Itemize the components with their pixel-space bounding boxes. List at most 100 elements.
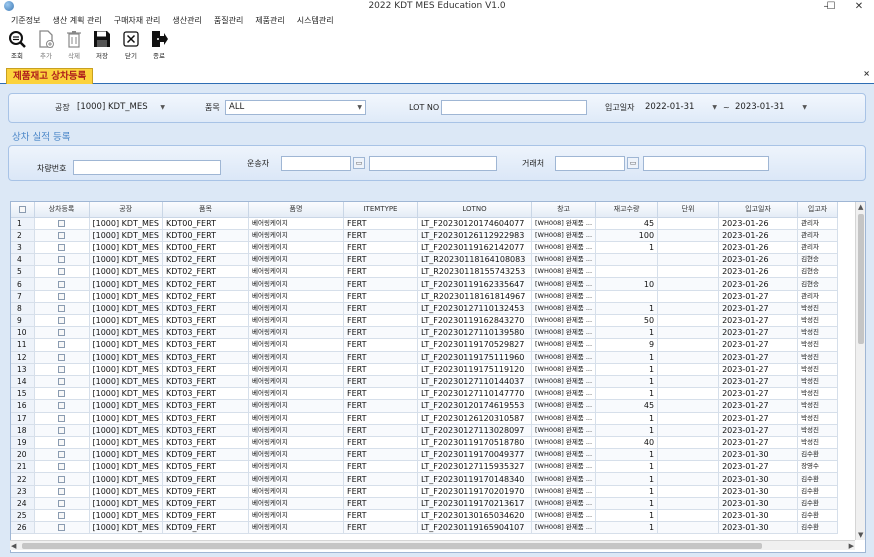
table-row[interactable]: 1 [1000] KDT_MES KDT00_FERT 베어링케이지 FERT LT_F2… [11, 217, 839, 230]
menu-item-production-plan[interactable]: 생산 계획 관리 [46, 14, 107, 27]
table-row[interactable]: 19 [1000] KDT_MES KDT03_FERT 베어링케이지 FERT LT_F… [11, 436, 839, 450]
menu-item-product[interactable]: 제품관리 [249, 14, 290, 27]
table-row[interactable]: 24 [1000] KDT_MES KDT09_FERT 베어링케이지 FERT LT_F… [11, 497, 839, 511]
table-row[interactable]: 14 [1000] KDT_MES KDT03_FERT 베어링케이지 FERT LT_F… [11, 375, 839, 389]
menu-item-production[interactable]: 생산관리 [166, 14, 207, 27]
table-row[interactable]: 8 [1000] KDT_MES KDT03_FERT 베어링케이지 FERT LT_F2… [11, 302, 839, 316]
loading-checkbox[interactable] [58, 231, 65, 239]
customer-search-icon[interactable]: ▭ [627, 157, 639, 169]
search-button[interactable]: 조회 [4, 29, 30, 61]
table-row[interactable]: 2 [1000] KDT_MES KDT00_FERT 베어링케이지 FERT LT_F2… [11, 229, 839, 242]
loading-checkbox[interactable] [58, 499, 65, 507]
loading-checkbox[interactable] [58, 219, 65, 227]
loading-checkbox[interactable] [58, 365, 65, 373]
loading-checkbox[interactable] [58, 292, 65, 300]
column-header[interactable]: 입고자 [797, 202, 839, 218]
loading-checkbox[interactable] [58, 329, 65, 337]
column-header[interactable]: ITEMTYPE [343, 202, 418, 218]
loading-checkbox[interactable] [58, 317, 65, 325]
loading-checkbox[interactable] [58, 341, 65, 349]
scroll-down-icon[interactable]: ▼ [858, 530, 863, 540]
table-row[interactable]: 6 [1000] KDT_MES KDT02_FERT 베어링케이지 FERT LT_F2… [11, 277, 839, 291]
date-from-picker[interactable]: 2022-01-31 ▼ [645, 100, 719, 115]
table-row[interactable]: 12 [1000] KDT_MES KDT03_FERT 베어링케이지 FERT LT_F… [11, 351, 839, 364]
column-header[interactable]: 창고 [531, 202, 597, 218]
loading-checkbox[interactable] [58, 475, 65, 483]
column-header[interactable]: 품목 [162, 202, 249, 218]
delete-button[interactable]: 삭제 [61, 29, 87, 61]
column-header[interactable]: 공장 [89, 202, 163, 218]
loading-checkbox[interactable] [58, 414, 65, 422]
loading-checkbox[interactable] [58, 280, 65, 288]
close-button[interactable]: 닫기 [118, 29, 144, 61]
loading-checkbox[interactable] [58, 304, 65, 312]
driver-code-input[interactable] [281, 156, 351, 171]
scroll-left-icon[interactable]: ◀ [11, 541, 16, 551]
table-row[interactable]: 23 [1000] KDT_MES KDT09_FERT 베어링케이지 FERT LT_F… [11, 485, 839, 498]
lot-no-input[interactable] [441, 100, 587, 115]
vertical-scrollbar[interactable]: ▲ ▼ [855, 202, 865, 540]
plant-select[interactable]: [1000] KDT_MES ▼ [77, 100, 167, 115]
loading-checkbox[interactable] [58, 524, 65, 532]
table-row[interactable]: 13 [1000] KDT_MES KDT03_FERT 베어링케이지 FERT LT_F… [11, 363, 839, 376]
scroll-right-icon[interactable]: ▶ [849, 541, 854, 551]
loading-checkbox[interactable] [58, 243, 65, 251]
tab-product-loading[interactable]: 제품재고 상차등록 [6, 68, 94, 84]
maximize-button[interactable]: ☐ [816, 0, 846, 14]
loading-checkbox[interactable] [58, 512, 65, 520]
menu-item-quality[interactable]: 품질관리 [208, 14, 249, 27]
table-row[interactable]: 17 [1000] KDT_MES KDT03_FERT 베어링케이지 FERT LT_F… [11, 412, 839, 425]
table-row[interactable]: 18 [1000] KDT_MES KDT03_FERT 베어링케이지 FERT LT_F… [11, 424, 839, 437]
loading-checkbox[interactable] [58, 256, 65, 264]
column-header[interactable]: 입고일자 [718, 202, 799, 218]
menu-item-purchasing[interactable]: 구매자재 관리 [108, 14, 167, 27]
tab-close-icon[interactable]: × [863, 69, 870, 78]
loading-checkbox[interactable] [58, 426, 65, 434]
table-row[interactable]: 10 [1000] KDT_MES KDT03_FERT 베어링케이지 FERT LT_F… [11, 326, 839, 340]
table-row[interactable]: 15 [1000] KDT_MES KDT03_FERT 베어링케이지 FERT LT_F… [11, 387, 839, 401]
date-to-picker[interactable]: 2023-01-31 ▼ [735, 100, 809, 115]
menu-item-master-data[interactable]: 기준정보 [0, 14, 46, 27]
loading-checkbox[interactable] [58, 378, 65, 386]
column-header[interactable]: 상차등록 [34, 202, 90, 218]
table-row[interactable]: 3 [1000] KDT_MES KDT00_FERT 베어링케이지 FERT LT_F2… [11, 241, 839, 255]
exit-button[interactable]: 종료 [146, 29, 172, 61]
column-header[interactable] [11, 202, 35, 218]
table-row[interactable]: 22 [1000] KDT_MES KDT09_FERT 베어링케이지 FERT LT_F… [11, 472, 839, 486]
table-row[interactable]: 5 [1000] KDT_MES KDT02_FERT 베어링케이지 FERT LT_R2… [11, 265, 839, 279]
add-button[interactable]: 추가 [33, 29, 59, 61]
loading-checkbox[interactable] [58, 353, 65, 361]
table-row[interactable]: 25 [1000] KDT_MES KDT09_FERT 베어링케이지 FERT LT_F… [11, 509, 839, 523]
column-header[interactable]: 단위 [657, 202, 720, 218]
save-button[interactable]: 저장 [89, 29, 115, 61]
loading-checkbox[interactable] [58, 390, 65, 398]
customer-code-input[interactable] [555, 156, 625, 171]
close-window-button[interactable]: ✕ [844, 0, 874, 14]
driver-name-input[interactable] [369, 156, 497, 171]
horizontal-scroll-thumb[interactable] [22, 543, 762, 549]
table-row[interactable]: 9 [1000] KDT_MES KDT03_FERT 베어링케이지 FERT LT_F2… [11, 314, 839, 328]
table-row[interactable]: 20 [1000] KDT_MES KDT09_FERT 베어링케이지 FERT LT_F… [11, 448, 839, 462]
table-row[interactable]: 7 [1000] KDT_MES KDT02_FERT 베어링케이지 FERT LT_R2… [11, 290, 839, 303]
table-row[interactable]: 4 [1000] KDT_MES KDT02_FERT 베어링케이지 FERT LT_R2… [11, 253, 839, 267]
item-select[interactable]: ALL ▼ [225, 100, 366, 115]
vehicle-number-input[interactable] [73, 160, 221, 175]
table-row[interactable]: 26 [1000] KDT_MES KDT09_FERT 베어링케이지 FERT LT_F… [11, 521, 839, 535]
loading-checkbox[interactable] [58, 268, 65, 276]
driver-search-icon[interactable]: ▭ [353, 157, 365, 169]
loading-checkbox[interactable] [58, 451, 65, 459]
column-header[interactable]: 재고수량 [595, 202, 659, 218]
table-row[interactable]: 16 [1000] KDT_MES KDT03_FERT 베어링케이지 FERT LT_F… [11, 399, 839, 413]
vertical-scroll-thumb[interactable] [858, 214, 864, 344]
horizontal-scrollbar[interactable]: ◀ ▶ [10, 540, 855, 550]
loading-checkbox[interactable] [58, 487, 65, 495]
column-header[interactable]: LOTNO [417, 202, 532, 218]
loading-checkbox[interactable] [58, 463, 65, 471]
customer-name-input[interactable] [643, 156, 769, 171]
scroll-up-icon[interactable]: ▲ [858, 202, 863, 212]
menu-item-system[interactable]: 시스템관리 [291, 14, 340, 27]
table-row[interactable]: 11 [1000] KDT_MES KDT03_FERT 베어링케이지 FERT LT_F… [11, 338, 839, 352]
loading-checkbox[interactable] [58, 402, 65, 410]
select-all-checkbox[interactable] [18, 205, 26, 213]
table-row[interactable]: 21 [1000] KDT_MES KDT05_FERT 베어링케이지 FERT LT_F… [11, 460, 839, 474]
